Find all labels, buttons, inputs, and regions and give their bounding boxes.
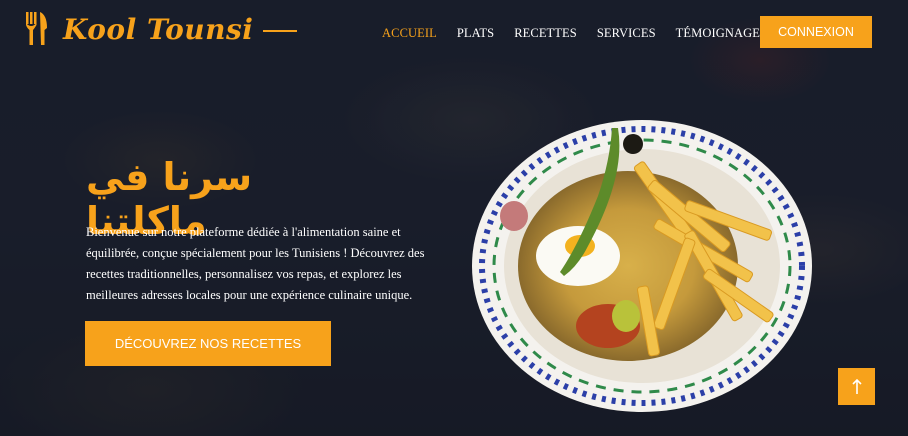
site-logo[interactable]: Kool Tounsi xyxy=(25,12,298,46)
nav-accueil[interactable]: ACCUEIL xyxy=(382,26,437,41)
site-header: Kool Tounsi ACCUEIL PLATS RECETTES SERVI… xyxy=(0,0,908,64)
login-button[interactable]: CONNEXION xyxy=(760,16,872,48)
arrow-up-icon xyxy=(851,378,862,394)
main-nav: ACCUEIL PLATS RECETTES SERVICES TÉMOIGNA… xyxy=(382,26,767,41)
fork-knife-icon xyxy=(26,12,47,45)
hero-description: Bienvenue sur notre plateforme dédiée à … xyxy=(86,225,425,302)
nav-services[interactable]: SERVICES xyxy=(597,26,656,41)
dish-image xyxy=(472,120,812,412)
discover-recipes-button[interactable]: DÉCOUVREZ NOS RECETTES xyxy=(85,321,331,366)
nav-plats[interactable]: PLATS xyxy=(457,26,494,41)
nav-temoignages[interactable]: TÉMOIGNAGES xyxy=(676,26,767,41)
brand-name: Kool Tounsi xyxy=(63,12,254,46)
scroll-top-button[interactable] xyxy=(838,368,875,405)
nav-recettes[interactable]: RECETTES xyxy=(514,26,577,41)
brand-underline xyxy=(263,30,298,32)
